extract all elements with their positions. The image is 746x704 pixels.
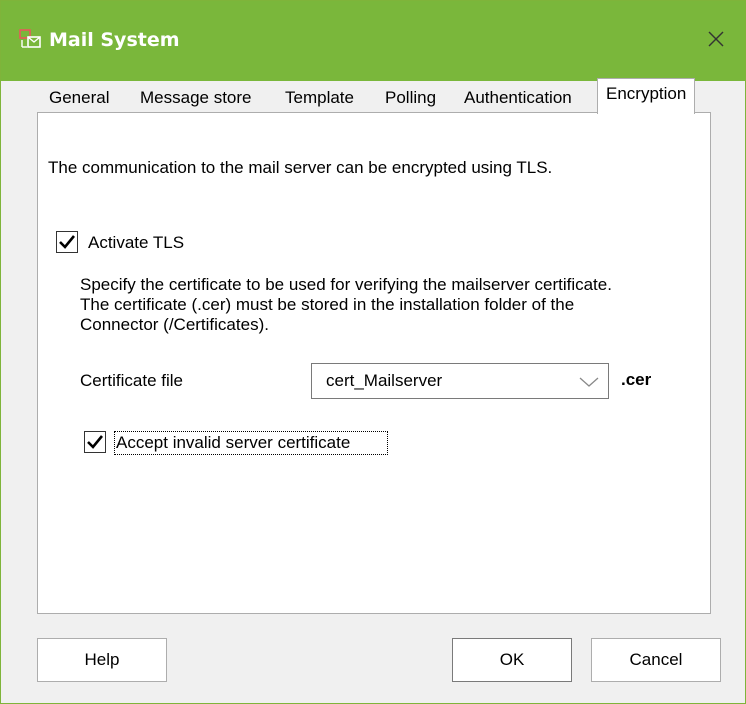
description-line-2: The certificate (.cer) must be stored in… [80, 295, 575, 314]
tab-authentication[interactable]: Authentication [464, 85, 572, 113]
tab-encryption[interactable]: Encryption [597, 78, 696, 114]
tab-general[interactable]: General [49, 85, 109, 113]
checkmark-icon [87, 435, 104, 449]
accept-invalid-label[interactable]: Accept invalid server certificate [116, 433, 350, 453]
accept-invalid-checkbox[interactable] [84, 431, 106, 453]
window-title: Mail System [49, 29, 180, 51]
tab-polling[interactable]: Polling [385, 85, 436, 113]
chevron-down-icon [578, 374, 600, 394]
help-button[interactable]: Help [37, 638, 167, 682]
activate-tls-label[interactable]: Activate TLS [88, 233, 184, 253]
certificate-extension: .cer [621, 370, 652, 389]
certificate-file-label: Certificate file [80, 371, 183, 390]
title-bar[interactable]: Mail System [1, 1, 745, 81]
mail-system-dialog: Mail System General Message store Templa… [0, 0, 746, 704]
certificate-file-value: cert_Mailserver [326, 371, 443, 390]
tab-message-store[interactable]: Message store [140, 85, 252, 113]
ok-button[interactable]: OK [452, 638, 572, 682]
certificate-file-select[interactable]: cert_Mailserver [311, 363, 609, 399]
close-button[interactable] [691, 19, 741, 63]
description-line-3: Connector (/Certificates). [80, 315, 269, 334]
tab-template[interactable]: Template [285, 85, 354, 113]
intro-text: The communication to the mail server can… [48, 158, 553, 177]
description-line-1: Specify the certificate to be used for v… [80, 275, 612, 294]
activate-tls-checkbox[interactable] [56, 231, 78, 253]
close-icon [708, 31, 724, 52]
checkmark-icon [59, 235, 76, 249]
mail-system-icon [19, 29, 41, 51]
cancel-button[interactable]: Cancel [591, 638, 721, 682]
